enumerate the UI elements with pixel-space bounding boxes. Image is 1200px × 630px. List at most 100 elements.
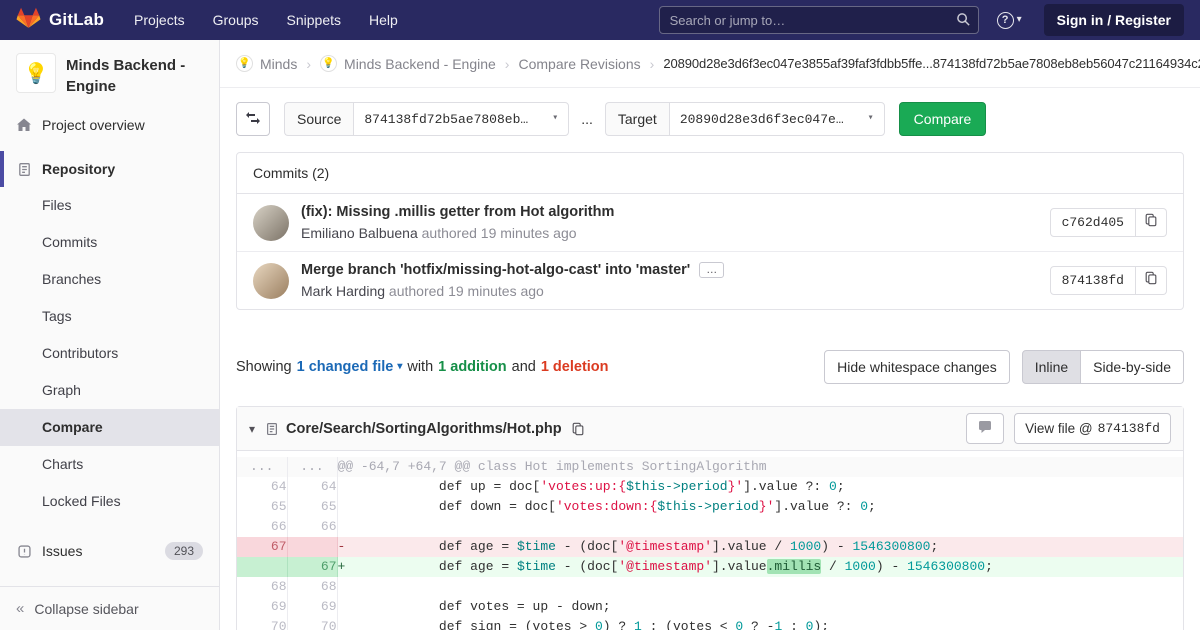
- gitlab-logo-icon: [16, 6, 41, 35]
- breadcrumb: 💡 Minds › 💡 Minds Backend - Engine › Com…: [220, 40, 1200, 88]
- old-line-number[interactable]: ...: [237, 457, 288, 477]
- deletions-count: 1 deletion: [540, 359, 609, 375]
- chevron-down-icon: ▾: [552, 113, 559, 124]
- view-file-button[interactable]: View file @ 874138fd: [1014, 413, 1171, 444]
- new-line-number[interactable]: 68: [287, 577, 338, 597]
- commits-panel-header: Commits (2): [237, 153, 1183, 194]
- sidebar-item-label: Repository: [42, 161, 116, 177]
- source-label: Source: [284, 102, 354, 136]
- sidebar-item-repository[interactable]: Repository: [0, 151, 219, 187]
- search-input[interactable]: [658, 6, 979, 34]
- expand-commit-description-button[interactable]: …: [699, 262, 725, 278]
- inline-view-button[interactable]: Inline: [1021, 350, 1082, 384]
- new-line-number[interactable]: 70: [287, 617, 338, 630]
- collapse-label: Collapse sidebar: [34, 600, 139, 617]
- breadcrumb-separator: ›: [649, 55, 655, 72]
- top-navbar: GitLab Projects Groups Snippets Help ? ▾ Si…: [0, 0, 1200, 40]
- sidebar-item-issues[interactable]: Issues 293: [0, 532, 219, 570]
- help-icon: ?: [996, 11, 1014, 29]
- commit-sha-group: 874138fd: [1049, 266, 1167, 295]
- sidebar-subitem-graph[interactable]: Graph: [0, 372, 219, 409]
- old-line-number[interactable]: 68: [237, 577, 288, 597]
- new-line-number[interactable]: 66: [287, 517, 338, 537]
- sign-in-button[interactable]: Sign in / Register: [1043, 4, 1184, 36]
- code-line: def up = doc['votes:up:{$this->period}']…: [438, 479, 845, 494]
- new-line-number[interactable]: 64: [287, 477, 338, 497]
- commit-row: Merge branch 'hotfix/missing-hot-algo-ca…: [237, 251, 1183, 309]
- swap-revisions-button[interactable]: [236, 102, 270, 136]
- additions-count: 1 addition: [438, 359, 507, 375]
- code-line: def sign = (votes > 0) ? 1 : (votes < 0 …: [438, 619, 830, 630]
- sidebar-item-label: Project overview: [42, 117, 145, 133]
- comment-icon: [977, 419, 993, 438]
- sidebar-subitem-charts[interactable]: Charts: [0, 446, 219, 483]
- toggle-comments-button[interactable]: [966, 413, 1005, 444]
- new-line-number[interactable]: 67: [287, 557, 338, 577]
- diff-content: ...... @@ -64,7 +64,7 @@ class Hot implem…: [237, 451, 1183, 630]
- commit-sha[interactable]: c762d405: [1049, 208, 1136, 237]
- old-line-number[interactable]: 66: [237, 517, 288, 537]
- breadcrumb-separator: ›: [306, 55, 312, 72]
- breadcrumb-link-minds[interactable]: 💡 Minds: [236, 55, 297, 72]
- commit-author-avatar[interactable]: [253, 204, 289, 241]
- nav-menu-item-help[interactable]: Help: [369, 12, 398, 28]
- side-by-side-view-button[interactable]: Side-by-side: [1081, 350, 1184, 384]
- commit-title[interactable]: Merge branch 'hotfix/missing-hot-algo-ca…: [301, 262, 1050, 278]
- new-line-number[interactable]: 65: [287, 497, 338, 517]
- gitlab-home-link[interactable]: GitLab: [16, 6, 104, 35]
- search-icon[interactable]: [956, 12, 971, 32]
- old-line-number[interactable]: 70: [237, 617, 288, 630]
- old-line-number[interactable]: 69: [237, 597, 288, 617]
- old-line-number[interactable]: 64: [237, 477, 288, 497]
- sidebar-subitem-branches[interactable]: Branches: [0, 261, 219, 298]
- sidebar-item-label: Issues: [42, 543, 83, 559]
- old-line-number[interactable]: 65: [237, 497, 288, 517]
- diff-file-panel: ▾ Core/Search/SortingAlgorithms/Hot.php …: [236, 406, 1184, 630]
- sidebar-subitem-commits[interactable]: Commits: [0, 224, 219, 261]
- sidebar-subitem-compare[interactable]: Compare: [0, 409, 219, 446]
- diff-row: 69 69 def votes = up - down;: [237, 597, 1183, 617]
- sidebar-item-project-overview[interactable]: Project overview: [0, 107, 219, 143]
- compare-button[interactable]: Compare: [898, 102, 987, 136]
- breadcrumb-link-project[interactable]: 💡 Minds Backend - Engine: [320, 55, 496, 72]
- help-menu[interactable]: ? ▾: [996, 11, 1022, 29]
- copy-sha-button[interactable]: [1136, 266, 1167, 295]
- nav-menu-item-snippets[interactable]: Snippets: [287, 12, 341, 28]
- sidebar-subitem-contributors[interactable]: Contributors: [0, 335, 219, 372]
- breadcrumb-current-sha-range: 20890d28e3d6f3ec047e3855af39faf3fdbb5ffe…: [663, 56, 1200, 71]
- copy-sha-button[interactable]: [1136, 208, 1167, 237]
- breadcrumb-link-compare[interactable]: Compare Revisions: [518, 56, 640, 72]
- diff-file-path[interactable]: Core/Search/SortingAlgorithms/Hot.php: [286, 421, 562, 437]
- commit-author-link[interactable]: Mark Harding: [301, 283, 385, 299]
- collapse-diff-icon[interactable]: ▾: [249, 422, 255, 436]
- nav-menu-item-groups[interactable]: Groups: [213, 12, 259, 28]
- code-line: - def age = $time - (doc['@timestamp'].v…: [337, 537, 1183, 557]
- diff-row: ...... @@ -64,7 +64,7 @@ class Hot implem…: [237, 457, 1183, 477]
- diff-row: 65 65 def down = doc['votes:down:{$this->…: [237, 497, 1183, 517]
- diff-row: 68 68: [237, 577, 1183, 597]
- source-ref-dropdown[interactable]: 874138fd72b5ae7808eb… ▾: [353, 102, 570, 136]
- diff-summary-bar: Showing 1 changed file ▾ with 1 addition…: [236, 350, 1184, 384]
- sidebar-subitem-tags[interactable]: Tags: [0, 298, 219, 335]
- commit-author-link[interactable]: Emiliano Balbuena: [301, 225, 418, 241]
- commit-sha[interactable]: 874138fd: [1049, 266, 1136, 295]
- new-line-number[interactable]: [287, 537, 338, 557]
- commit-title[interactable]: (fix): Missing .millis getter from Hot a…: [301, 204, 1050, 220]
- search-box: [658, 6, 979, 34]
- target-ref-dropdown[interactable]: 20890d28e3d6f3ec047e… ▾: [668, 102, 885, 136]
- collapse-icon: «: [16, 600, 25, 617]
- changed-files-dropdown[interactable]: 1 changed file ▾: [297, 359, 403, 375]
- old-line-number[interactable]: [237, 557, 288, 577]
- sidebar-subitem-locked-files[interactable]: Locked Files: [0, 483, 219, 520]
- sidebar-subitem-files[interactable]: Files: [0, 187, 219, 224]
- new-line-number[interactable]: ...: [287, 457, 338, 477]
- commit-author-avatar[interactable]: [253, 262, 289, 299]
- copy-file-path-button[interactable]: [571, 422, 585, 436]
- old-line-number[interactable]: 67: [237, 537, 288, 557]
- collapse-sidebar-button[interactable]: « Collapse sidebar: [0, 586, 219, 630]
- nav-menu-item-projects[interactable]: Projects: [134, 12, 185, 28]
- new-line-number[interactable]: 69: [287, 597, 338, 617]
- hide-whitespace-button[interactable]: Hide whitespace changes: [824, 350, 1010, 384]
- diff-row: 66 66: [237, 517, 1183, 537]
- project-header[interactable]: 💡 Minds Backend - Engine: [0, 40, 219, 107]
